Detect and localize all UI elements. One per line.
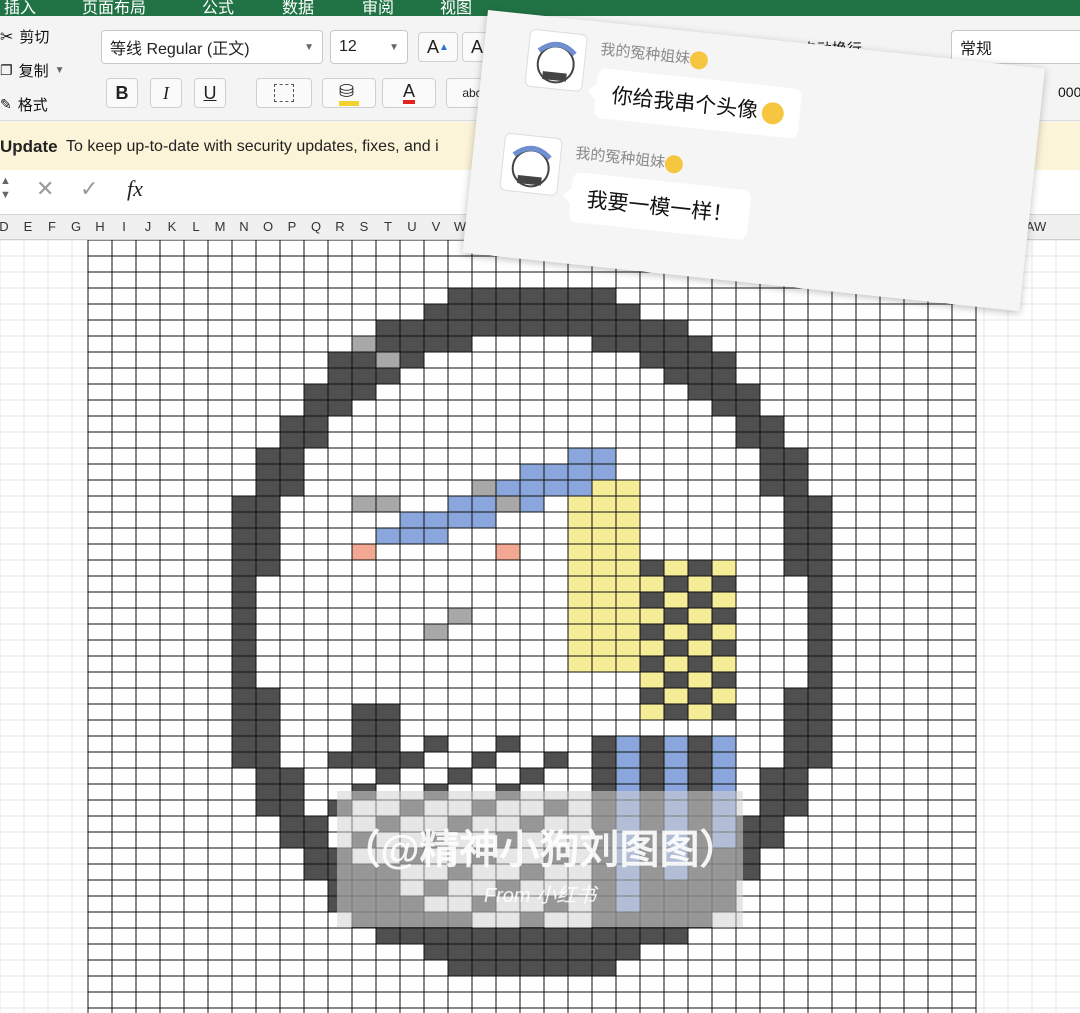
watermark-handle: （@精神小狗刘图图） bbox=[340, 828, 740, 872]
column-header[interactable]: R bbox=[328, 219, 352, 234]
border-icon bbox=[274, 84, 294, 102]
column-header[interactable]: K bbox=[160, 219, 184, 234]
font-color-icon: A bbox=[402, 82, 415, 104]
fill-color-button[interactable]: ⛁ bbox=[322, 78, 376, 108]
cut-button[interactable]: ✂ 剪切 bbox=[0, 26, 49, 47]
column-header[interactable]: Q bbox=[304, 219, 328, 234]
font-name-value: 等线 Regular (正文) bbox=[110, 41, 250, 58]
tab-view[interactable]: 视图 bbox=[440, 0, 472, 16]
fx-button[interactable]: fx bbox=[127, 176, 143, 202]
format-label: 格式 bbox=[17, 97, 48, 114]
grow-font-button[interactable]: A ▲ bbox=[418, 32, 458, 62]
accent-bead bbox=[423, 623, 449, 641]
column-header[interactable]: U bbox=[400, 219, 424, 234]
italic-button[interactable]: I bbox=[150, 78, 182, 108]
confirm-icon[interactable]: ✓ bbox=[80, 176, 98, 202]
copy-icon: ❐ bbox=[0, 62, 13, 78]
tab-review[interactable]: 审阅 bbox=[362, 0, 394, 16]
font-color-button[interactable]: A bbox=[382, 78, 436, 108]
accent-bead bbox=[495, 495, 521, 513]
chat-bubble: 我要一模一样！ bbox=[568, 171, 752, 241]
column-header[interactable]: O bbox=[256, 219, 280, 234]
accent-bead bbox=[471, 479, 497, 497]
fill-color-icon: ⛁ bbox=[339, 81, 359, 106]
font-size-value: 12 bbox=[339, 38, 357, 55]
column-header[interactable]: T bbox=[376, 219, 400, 234]
ribbon-tab-bar: 插入 页面布局 公式 数据 审阅 视图 bbox=[0, 0, 1080, 16]
cut-label: 剪切 bbox=[19, 29, 50, 46]
column-header[interactable]: M bbox=[208, 219, 232, 234]
copy-label: 复制 bbox=[18, 63, 49, 80]
accent-bead bbox=[351, 543, 377, 561]
column-header[interactable]: E bbox=[16, 219, 40, 234]
column-header[interactable]: F bbox=[40, 219, 64, 234]
column-header[interactable]: I bbox=[112, 219, 136, 234]
chevron-down-icon: ▼ bbox=[389, 41, 399, 53]
avatar-face-icon bbox=[511, 145, 552, 188]
font-name-select[interactable]: 等线 Regular (正文) ▼ bbox=[101, 30, 323, 64]
font-size-select[interactable]: 12 ▼ bbox=[330, 30, 408, 64]
thousands-button[interactable]: 000 bbox=[1058, 84, 1080, 100]
avatar bbox=[499, 132, 563, 197]
smile-emoji-icon bbox=[664, 154, 684, 175]
tab-page-layout[interactable]: 页面布局 bbox=[82, 0, 146, 16]
border-button[interactable] bbox=[256, 78, 312, 108]
accent-bead bbox=[447, 607, 473, 625]
format-painter-button[interactable]: ✎ 格式 bbox=[0, 94, 48, 115]
smile-emoji-icon bbox=[689, 50, 709, 71]
column-header[interactable]: S bbox=[352, 219, 376, 234]
tab-insert[interactable]: 插入 bbox=[4, 0, 36, 16]
chevron-down-icon: ▼ bbox=[304, 41, 314, 53]
column-header[interactable]: P bbox=[280, 219, 304, 234]
chat-nickname: 我的冤种姐妹 bbox=[574, 142, 684, 175]
column-header[interactable]: G bbox=[64, 219, 88, 234]
shrink-font-label: A bbox=[471, 36, 484, 57]
accent-bead bbox=[351, 335, 377, 353]
chat-nickname: 我的冤种姐妹 bbox=[599, 38, 709, 71]
chevron-down-icon[interactable]: ▼ bbox=[55, 65, 65, 76]
accent-bead bbox=[375, 351, 401, 369]
grin-emoji-icon bbox=[760, 101, 785, 126]
number-format-select[interactable]: 常规 bbox=[951, 30, 1080, 64]
name-box-stepper[interactable]: ▲ ▼ bbox=[0, 174, 11, 202]
accent-bead bbox=[375, 495, 401, 513]
bold-button[interactable]: B bbox=[106, 78, 138, 108]
number-format-value: 常规 bbox=[960, 41, 993, 58]
column-header[interactable]: N bbox=[232, 219, 256, 234]
update-title: Update bbox=[0, 137, 58, 156]
brush-icon: ✎ bbox=[0, 96, 12, 112]
chat-bubble: 你给我串个头像 bbox=[593, 67, 803, 140]
accent-bead bbox=[351, 495, 377, 513]
copy-button[interactable]: ❐ 复制 ▼ bbox=[0, 60, 64, 81]
update-message: To keep up-to-date with security updates… bbox=[66, 138, 439, 155]
column-header[interactable]: V bbox=[424, 219, 448, 234]
tab-data[interactable]: 数据 bbox=[282, 0, 314, 16]
column-header[interactable]: J bbox=[136, 219, 160, 234]
watermark-source: From 小红书 bbox=[483, 885, 597, 907]
accent-bead bbox=[495, 543, 521, 561]
avatar bbox=[524, 28, 588, 93]
column-header[interactable]: D bbox=[0, 219, 16, 234]
avatar-face-icon bbox=[536, 41, 577, 84]
column-header[interactable]: H bbox=[88, 219, 112, 234]
tab-formulas[interactable]: 公式 bbox=[202, 0, 234, 16]
scissors-icon: ✂ bbox=[0, 28, 14, 46]
watermark: （@精神小狗刘图图） From 小红书 bbox=[337, 791, 743, 927]
underline-button[interactable]: U bbox=[194, 78, 226, 108]
cancel-icon[interactable]: ✕ bbox=[36, 176, 54, 202]
grow-font-label: A bbox=[427, 36, 440, 57]
column-header[interactable]: L bbox=[184, 219, 208, 234]
